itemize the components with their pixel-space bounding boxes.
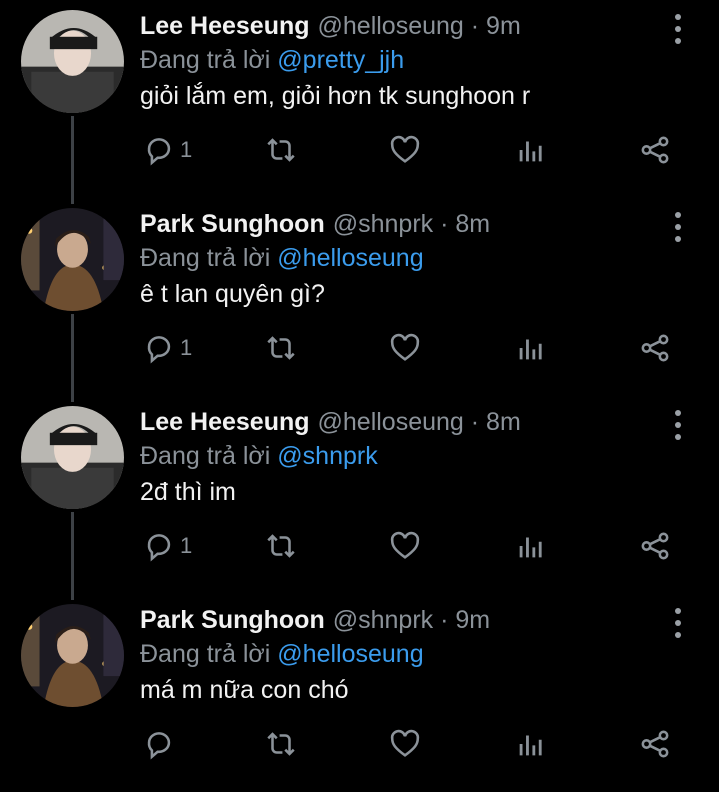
- tweet-text: má m nữa con chó: [140, 676, 349, 704]
- retweet-button[interactable]: [264, 128, 298, 172]
- analytics-icon: [519, 141, 542, 162]
- more-vertical-icon[interactable]: [668, 410, 688, 442]
- reply-icon: [147, 336, 171, 364]
- tweet-actions: 1: [0, 128, 719, 172]
- reply-mention[interactable]: @pretty_jjh: [277, 46, 404, 74]
- reply-label: Đang trả lời: [140, 442, 271, 470]
- author-handle-time: @shnprk · 8m: [332, 210, 491, 238]
- analytics-icon: [519, 537, 542, 558]
- analytics-icon: [519, 735, 542, 756]
- analytics-button[interactable]: [514, 326, 548, 370]
- share-button[interactable]: [638, 326, 672, 370]
- heart-icon: [390, 531, 420, 559]
- reply-button[interactable]: 1: [142, 326, 192, 370]
- retweet-icon: [267, 336, 295, 360]
- share-icon: [641, 136, 669, 164]
- tweet[interactable]: Park Sunghoon @shnprk · 8m Đang trả lời @…: [0, 198, 719, 396]
- reply-icon: [147, 534, 171, 562]
- avatar[interactable]: [21, 10, 124, 113]
- share-button[interactable]: [638, 722, 672, 766]
- reply-mention[interactable]: @helloseung: [277, 244, 423, 272]
- tweet-text: giỏi lắm em, giỏi hơn tk sunghoon r: [140, 82, 531, 110]
- tweet-header: Park Sunghoon @shnprk · 8m: [140, 210, 490, 239]
- reply-count: 1: [180, 335, 193, 360]
- heart-icon: [390, 135, 420, 163]
- tweet-text: 2đ thì im: [140, 478, 236, 506]
- author-name[interactable]: Lee Heeseung: [140, 12, 310, 40]
- reply-count: 1: [180, 533, 193, 558]
- tweet[interactable]: Lee Heeseung @helloseung · 9m Đang trả lờ…: [0, 0, 719, 198]
- analytics-button[interactable]: [514, 128, 548, 172]
- avatar[interactable]: [21, 604, 124, 707]
- tweet-text: ê t lan quyên gì?: [140, 280, 325, 308]
- reply-count: 1: [180, 137, 193, 162]
- retweet-icon: [267, 138, 295, 162]
- reply-label: Đang trả lời: [140, 640, 271, 668]
- more-vertical-icon[interactable]: [668, 608, 688, 640]
- author-name[interactable]: Park Sunghoon: [140, 606, 325, 634]
- tweet-actions: [0, 722, 719, 766]
- avatar[interactable]: [21, 406, 124, 509]
- tweet-header: Lee Heeseung @helloseung · 8m: [140, 408, 521, 437]
- heart-icon: [390, 729, 420, 757]
- tweet-actions: 1: [0, 326, 719, 370]
- like-button[interactable]: [388, 326, 422, 370]
- reply-context: Đang trả lời @helloseung: [140, 640, 424, 669]
- reply-context: Đang trả lời @pretty_jjh: [140, 46, 404, 75]
- retweet-button[interactable]: [264, 326, 298, 370]
- tweet-actions: 1: [0, 524, 719, 568]
- author-name[interactable]: Park Sunghoon: [140, 210, 325, 238]
- author-name[interactable]: Lee Heeseung: [140, 408, 310, 436]
- author-handle-time: @helloseung · 9m: [317, 12, 521, 40]
- share-button[interactable]: [638, 128, 672, 172]
- reply-label: Đang trả lời: [140, 46, 271, 74]
- share-icon: [641, 334, 669, 362]
- author-handle-time: @helloseung · 8m: [317, 408, 521, 436]
- reply-icon: [147, 138, 171, 166]
- reply-mention[interactable]: @helloseung: [277, 640, 423, 668]
- reply-context: Đang trả lời @helloseung: [140, 244, 424, 273]
- author-handle-time: @shnprk · 9m: [332, 606, 491, 634]
- analytics-button[interactable]: [514, 722, 548, 766]
- reply-icon: [147, 732, 171, 760]
- share-icon: [641, 532, 669, 560]
- analytics-icon: [519, 339, 542, 360]
- reply-label: Đang trả lời: [140, 244, 271, 272]
- reply-button[interactable]: 1: [142, 128, 192, 172]
- tweet-header: Park Sunghoon @shnprk · 9m: [140, 606, 490, 635]
- retweet-icon: [267, 732, 295, 756]
- reply-button[interactable]: [142, 722, 180, 766]
- reply-mention[interactable]: @shnprk: [277, 442, 377, 470]
- like-button[interactable]: [388, 524, 422, 568]
- share-button[interactable]: [638, 524, 672, 568]
- share-icon: [641, 730, 669, 758]
- retweet-icon: [267, 534, 295, 558]
- heart-icon: [390, 333, 420, 361]
- analytics-button[interactable]: [514, 524, 548, 568]
- reply-button[interactable]: 1: [142, 524, 192, 568]
- like-button[interactable]: [388, 128, 422, 172]
- tweet[interactable]: Park Sunghoon @shnprk · 9m Đang trả lời @…: [0, 594, 719, 792]
- retweet-button[interactable]: [264, 722, 298, 766]
- more-vertical-icon[interactable]: [668, 14, 688, 46]
- tweet-header: Lee Heeseung @helloseung · 9m: [140, 12, 521, 41]
- tweet[interactable]: Lee Heeseung @helloseung · 8m Đang trả lờ…: [0, 396, 719, 594]
- like-button[interactable]: [388, 722, 422, 766]
- retweet-button[interactable]: [264, 524, 298, 568]
- reply-context: Đang trả lời @shnprk: [140, 442, 378, 471]
- more-vertical-icon[interactable]: [668, 212, 688, 244]
- avatar[interactable]: [21, 208, 124, 311]
